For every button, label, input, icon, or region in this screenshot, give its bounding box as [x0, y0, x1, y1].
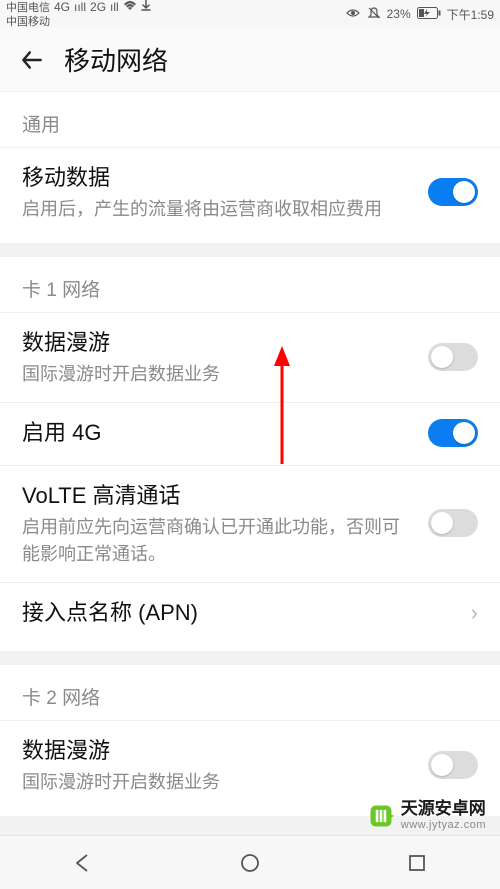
- status-carriers: 中国电信 4G ııll 2G ıll 中国移动: [6, 0, 151, 27]
- section-sim1: 卡 1 网络 数据漫游 国际漫游时开启数据业务 启用 4G VoLTE 高清通话…: [0, 257, 500, 651]
- row-roaming-sim1[interactable]: 数据漫游 国际漫游时开启数据业务: [0, 312, 500, 402]
- row-title: VoLTE 高清通话: [22, 478, 414, 510]
- signal-bars-icon: ııll: [74, 1, 86, 14]
- wifi-icon: [123, 1, 137, 14]
- row-title: 接入点名称 (APN): [22, 595, 457, 627]
- eye-comfort-icon: [345, 7, 361, 22]
- signal-bars-icon: ıll: [110, 1, 119, 14]
- page-header: 移动网络: [0, 28, 500, 92]
- status-right: 23% 下午1:59: [345, 6, 494, 23]
- toggle-volte[interactable]: [428, 509, 478, 537]
- toggle-roaming-sim1[interactable]: [428, 343, 478, 371]
- row-mobile-data[interactable]: 移动数据 启用后，产生的流量将由运营商收取相应费用: [0, 147, 500, 237]
- toggle-mobile-data[interactable]: [428, 178, 478, 206]
- row-volte[interactable]: VoLTE 高清通话 启用前应先向运营商确认已开通此功能，否则可能影响正常通话。: [0, 465, 500, 582]
- signal-2g-label: 2G: [90, 1, 106, 14]
- battery-icon: [417, 7, 441, 22]
- row-apn[interactable]: 接入点名称 (APN) ›: [0, 582, 500, 645]
- row-enable-4g[interactable]: 启用 4G: [0, 402, 500, 465]
- nav-home-icon: [239, 852, 261, 874]
- row-title: 启用 4G: [22, 415, 414, 447]
- download-icon: [141, 0, 151, 15]
- row-roaming-sim2[interactable]: 数据漫游 国际漫游时开启数据业务: [0, 720, 500, 810]
- silent-icon: [367, 6, 381, 23]
- toggle-enable-4g[interactable]: [428, 419, 478, 447]
- row-subtitle: 启用后，产生的流量将由运营商收取相应费用: [22, 196, 414, 223]
- nav-back-icon: [73, 853, 93, 873]
- page-title: 移动网络: [64, 41, 168, 78]
- back-button[interactable]: [16, 44, 48, 76]
- section-header-sim2: 卡 2 网络: [0, 665, 500, 720]
- section-header-general: 通用: [0, 92, 500, 147]
- row-subtitle: 国际漫游时开启数据业务: [22, 361, 414, 388]
- carrier-1: 中国电信: [6, 2, 50, 14]
- signal-4g-label: 4G: [54, 1, 70, 14]
- clock: 下午1:59: [447, 6, 494, 23]
- row-subtitle: 启用前应先向运营商确认已开通此功能，否则可能影响正常通话。: [22, 514, 414, 568]
- nav-home-button[interactable]: [220, 843, 280, 883]
- battery-percent: 23%: [387, 7, 411, 21]
- nav-recent-button[interactable]: [387, 843, 447, 883]
- row-title: 数据漫游: [22, 733, 414, 765]
- nav-recent-icon: [407, 853, 427, 873]
- row-title: 移动数据: [22, 160, 414, 192]
- nav-back-button[interactable]: [53, 843, 113, 883]
- row-title: 数据漫游: [22, 325, 414, 357]
- section-general: 通用 移动数据 启用后，产生的流量将由运营商收取相应费用: [0, 92, 500, 243]
- row-subtitle: 国际漫游时开启数据业务: [22, 769, 414, 796]
- status-bar: 中国电信 4G ııll 2G ıll 中国移动 23% 下午1:59: [0, 0, 500, 28]
- nav-bar: [0, 835, 500, 889]
- arrow-left-icon: [19, 47, 45, 73]
- watermark-url: www.jytyaz.com: [401, 819, 486, 831]
- section-sim2: 卡 2 网络 数据漫游 国际漫游时开启数据业务: [0, 665, 500, 816]
- chevron-right-icon: ›: [471, 600, 478, 626]
- section-header-sim1: 卡 1 网络: [0, 257, 500, 312]
- carrier-2: 中国移动: [6, 16, 50, 28]
- toggle-roaming-sim2[interactable]: [428, 751, 478, 779]
